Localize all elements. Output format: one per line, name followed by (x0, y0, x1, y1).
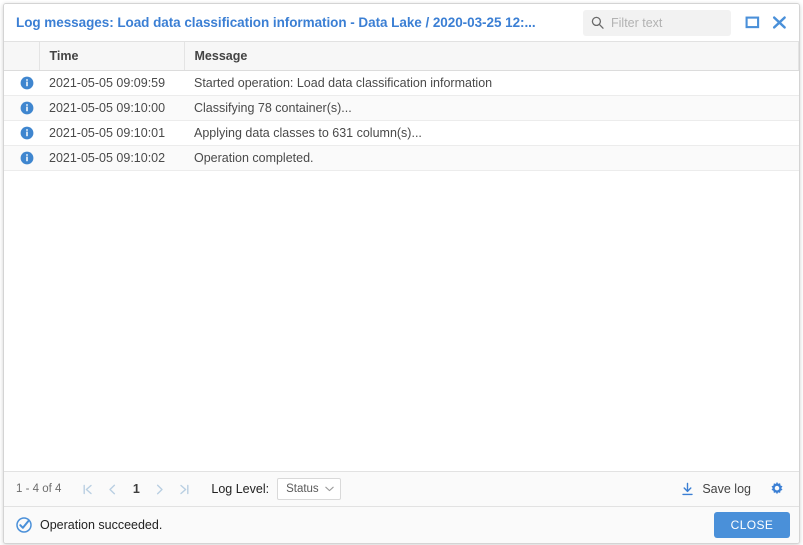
download-icon (680, 482, 695, 497)
row-message: Applying data classes to 631 column(s)..… (184, 120, 799, 145)
column-header-message[interactable]: Message (184, 42, 799, 70)
maximize-icon[interactable] (741, 12, 763, 34)
log-level-select[interactable]: Status (277, 478, 341, 500)
info-icon (20, 101, 34, 115)
search-icon (591, 16, 604, 29)
dialog-titlebar: Log messages: Load data classification i… (4, 4, 799, 41)
last-page-button[interactable] (172, 477, 197, 501)
log-table: Time Message 2021-0 (4, 42, 799, 171)
row-severity-cell (4, 120, 39, 145)
log-level-value: Status (286, 483, 319, 495)
pagination-range: 1 - 4 of 4 (16, 483, 61, 495)
log-table-body: 2021-05-05 09:09:59 Started operation: L… (4, 70, 799, 170)
prev-page-button[interactable] (100, 477, 125, 501)
next-page-button[interactable] (147, 477, 172, 501)
log-table-area: Time Message 2021-0 (4, 41, 799, 471)
table-row[interactable]: 2021-05-05 09:09:59 Started operation: L… (4, 70, 799, 95)
row-severity-cell (4, 95, 39, 120)
pagination-bar: 1 - 4 of 4 1 Log Level: Statu (4, 471, 799, 506)
table-row[interactable]: 2021-05-05 09:10:00 Classifying 78 conta… (4, 95, 799, 120)
row-severity-cell (4, 70, 39, 95)
page-number[interactable]: 1 (125, 482, 147, 496)
row-severity-cell (4, 145, 39, 170)
info-icon (20, 126, 34, 140)
row-time: 2021-05-05 09:10:00 (39, 95, 184, 120)
table-row[interactable]: 2021-05-05 09:10:02 Operation completed. (4, 145, 799, 170)
first-page-button[interactable] (75, 477, 100, 501)
gear-icon[interactable] (767, 479, 787, 499)
table-row[interactable]: 2021-05-05 09:10:01 Applying data classe… (4, 120, 799, 145)
info-icon (20, 151, 34, 165)
check-circle-icon (16, 517, 32, 533)
status-bar: Operation succeeded. CLOSE (4, 506, 799, 543)
row-message: Operation completed. (184, 145, 799, 170)
column-header-time[interactable]: Time (39, 42, 184, 70)
search-input[interactable] (611, 16, 725, 30)
save-log-button[interactable]: Save log (680, 482, 751, 497)
log-level-label: Log Level: (211, 482, 269, 496)
save-log-label: Save log (702, 482, 751, 496)
column-header-icon[interactable] (4, 42, 39, 70)
row-time: 2021-05-05 09:10:02 (39, 145, 184, 170)
close-icon[interactable] (768, 12, 790, 34)
dialog-title: Log messages: Load data classification i… (16, 15, 536, 30)
table-header-row: Time Message (4, 42, 799, 70)
row-time: 2021-05-05 09:10:01 (39, 120, 184, 145)
log-messages-dialog: Log messages: Load data classification i… (3, 3, 800, 544)
row-time: 2021-05-05 09:09:59 (39, 70, 184, 95)
info-icon (20, 76, 34, 90)
close-button[interactable]: CLOSE (714, 512, 790, 538)
filter-text-box[interactable] (583, 10, 731, 36)
status-message: Operation succeeded. (40, 518, 162, 532)
row-message: Classifying 78 container(s)... (184, 95, 799, 120)
chevron-down-icon (325, 486, 334, 492)
row-message: Started operation: Load data classificat… (184, 70, 799, 95)
